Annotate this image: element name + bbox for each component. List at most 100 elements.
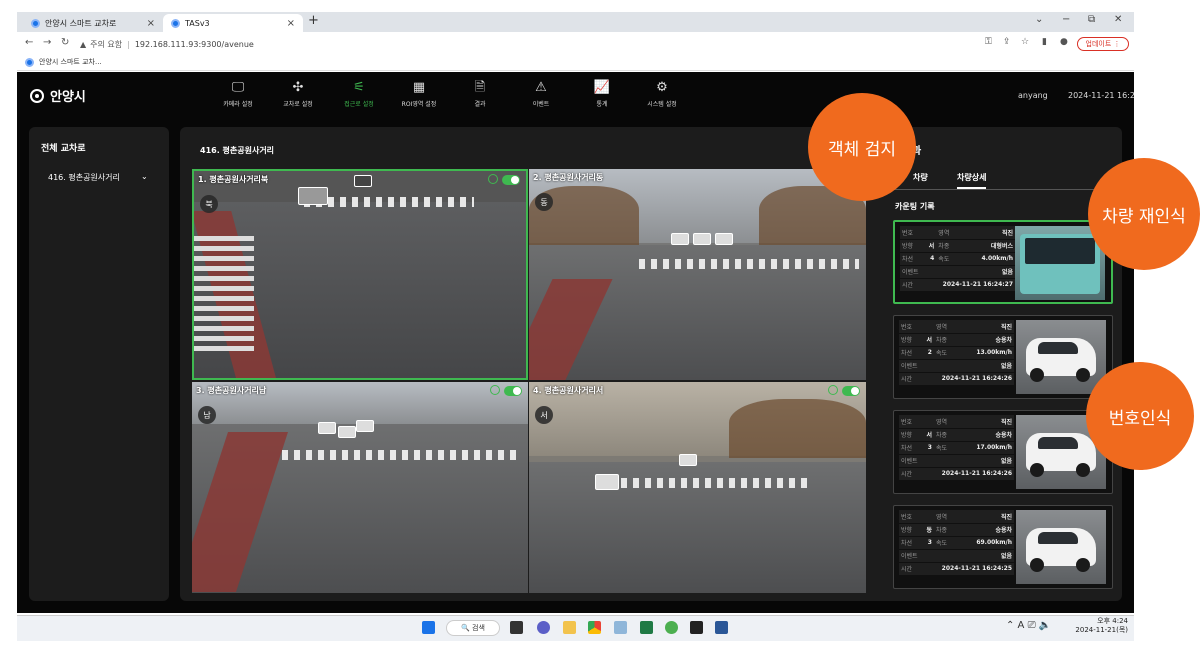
field-label: 시간: [899, 372, 920, 386]
menu-camera-settings[interactable]: 🖵 카메라 설정: [208, 80, 268, 108]
field-label: 차선: [899, 441, 920, 455]
record-area: 직진: [956, 226, 1015, 240]
close-window-icon[interactable]: ✕: [1114, 14, 1122, 25]
camera-toggle[interactable]: [504, 386, 522, 396]
field-label: 영역: [933, 510, 954, 524]
view-icon[interactable]: [828, 385, 838, 395]
chevron-down-icon[interactable]: ⌄: [141, 172, 148, 181]
callout-object-detection: 객체 검지: [808, 93, 916, 201]
record-type: 승용차: [953, 428, 1014, 442]
key-icon[interactable]: ⚿: [985, 37, 992, 47]
chart-icon: 📈: [593, 80, 611, 95]
record-event: 없음: [953, 454, 1014, 468]
direction-badge: 동: [535, 193, 553, 211]
terminal-icon[interactable]: [690, 621, 703, 634]
menu-label: 시스템 설정: [647, 101, 677, 108]
camera-toggle[interactable]: [502, 175, 520, 185]
restore-icon[interactable]: ⧉: [1088, 14, 1095, 25]
field-label: 시간: [900, 278, 921, 292]
system-tray[interactable]: ⌃ A ⎚ 🔈: [1006, 620, 1051, 631]
field-label: 번호: [899, 415, 920, 429]
menu-roi-settings[interactable]: ▦ ROI영역 설정: [389, 80, 449, 108]
warning-icon: ⚠: [535, 80, 547, 95]
count-record[interactable]: 번호 영역 직진 방향 서 차종 대형버스 차선 4 속도 4.00km/h 이벤트 없음 시간 2…: [893, 220, 1113, 304]
count-record[interactable]: 번호 영역 직진 방향 서 차종 승용차 차선 3 속도 17.00km/h 이벤트 없음 시간 2…: [893, 410, 1113, 494]
url-input[interactable]: ▲ 주의 요함 | 192.168.111.93:9300/avenue: [80, 36, 980, 52]
warning-icon: ▲: [80, 39, 87, 49]
menu-system-settings[interactable]: ⚙ 시스템 설정: [632, 80, 692, 108]
tab-anyang[interactable]: 안양시 스마트 교차로 ×: [23, 14, 163, 32]
field-label: 이벤트: [900, 265, 921, 279]
taskbar-search[interactable]: 🔍 검색: [446, 620, 500, 636]
bookmark-item[interactable]: 안양시 스마트 교차...: [39, 57, 102, 67]
camera-feed-1[interactable]: 1. 평촌공원사거리북 북: [192, 169, 528, 380]
record-time: 2024-11-21 16:24:27: [920, 278, 1015, 292]
count-record[interactable]: 번호 영역 직진 방향 동 차종 승용차 차선 3 속도 69.00km/h 이벤트 없음 시간 2…: [893, 505, 1113, 589]
windows-start-icon[interactable]: [422, 621, 435, 634]
url-text: 192.168.111.93:9300/avenue: [134, 39, 254, 49]
photos-icon[interactable]: [614, 621, 627, 634]
view-icon[interactable]: [490, 385, 500, 395]
word-icon[interactable]: [715, 621, 728, 634]
update-button[interactable]: 업데이트 ⋮: [1077, 37, 1129, 51]
new-tab-button[interactable]: +: [308, 13, 319, 28]
menu-label: 카메라 설정: [223, 101, 253, 108]
menu-approach-settings[interactable]: ⚟ 접근로 설정: [329, 80, 389, 108]
field-label: 속도: [933, 346, 954, 360]
close-tab-icon[interactable]: ×: [147, 18, 155, 29]
back-icon[interactable]: ←: [25, 37, 33, 48]
task-view-icon[interactable]: [510, 621, 523, 634]
field-label: 차종: [933, 333, 954, 347]
profile-icon[interactable]: ●: [1060, 37, 1068, 47]
view-icon[interactable]: [488, 174, 498, 184]
tab-search-icon[interactable]: ⌄: [1035, 14, 1043, 25]
record-event: 없음: [953, 549, 1014, 563]
menu-intersection-settings[interactable]: ✣ 교차로 설정: [268, 80, 328, 108]
field-label: 영역: [936, 226, 957, 240]
camera-label: 4. 평촌공원사거리서: [533, 386, 604, 395]
count-record[interactable]: 번호 영역 직진 방향 서 차종 승용차 차선 2 속도 13.00km/h 이벤트 없음 시간 2…: [893, 315, 1113, 399]
chat-icon[interactable]: [537, 621, 550, 634]
record-lane: 3: [919, 536, 934, 550]
tab-vehicle[interactable]: 차량: [913, 172, 928, 183]
security-warning: 주의 요함: [90, 39, 123, 49]
field-label: 번호: [900, 226, 921, 240]
chrome-icon[interactable]: [588, 621, 601, 634]
field-label: 영역: [933, 320, 954, 334]
star-icon[interactable]: ☆: [1021, 37, 1029, 47]
direction-badge: 남: [198, 406, 216, 424]
site-favicon-icon: [25, 57, 34, 67]
sidepanel-icon[interactable]: ▮: [1042, 37, 1047, 47]
excel-icon[interactable]: [640, 621, 653, 634]
camera-feed-4[interactable]: 4. 평촌공원사거리서 서: [529, 382, 866, 593]
reload-icon[interactable]: ↻: [61, 37, 69, 48]
app-logo[interactable]: 안양시: [30, 86, 86, 105]
forward-icon[interactable]: →: [43, 37, 51, 48]
camera-feed-3[interactable]: 3. 평촌공원사거리남 남: [192, 382, 528, 593]
update-label: 업데이트: [1085, 40, 1112, 48]
field-label: 이벤트: [899, 359, 920, 373]
menu-events[interactable]: ⚠ 이벤트: [511, 80, 571, 108]
menu-statistics[interactable]: 📈 통계: [572, 80, 632, 108]
menu-label: 결과: [474, 101, 486, 108]
field-label: 방향: [899, 428, 920, 442]
tab-vehicle-detail[interactable]: 차량상세: [957, 172, 987, 189]
main-title: 416. 평촌공원사거리: [200, 146, 275, 155]
record-type: 승용차: [953, 333, 1014, 347]
logo-text: 안양시: [50, 90, 86, 105]
share-icon[interactable]: ⇪: [1003, 37, 1011, 47]
sidebar-item-intersection[interactable]: 416. 평촌공원사거리: [48, 172, 120, 183]
taskbar-clock[interactable]: 오후 4:24 2024-11-21(목): [1070, 617, 1128, 635]
minimize-icon[interactable]: −: [1062, 14, 1070, 25]
menu-results[interactable]: 🗎 결과: [450, 80, 510, 108]
tab-tasv3[interactable]: TASv3 ×: [163, 14, 303, 32]
camera-feed-2[interactable]: 2. 평촌공원사거리동 동: [529, 169, 866, 380]
camera-toggle[interactable]: [842, 386, 860, 396]
intersection-icon: ✣: [292, 80, 304, 95]
close-tab-icon[interactable]: ×: [287, 18, 295, 29]
bookmarks-bar: 안양시 스마트 교차...: [17, 54, 1134, 71]
app-icon[interactable]: [665, 621, 678, 634]
field-label: 이벤트: [899, 454, 920, 468]
record-lane: 3: [919, 441, 934, 455]
file-explorer-icon[interactable]: [563, 621, 576, 634]
